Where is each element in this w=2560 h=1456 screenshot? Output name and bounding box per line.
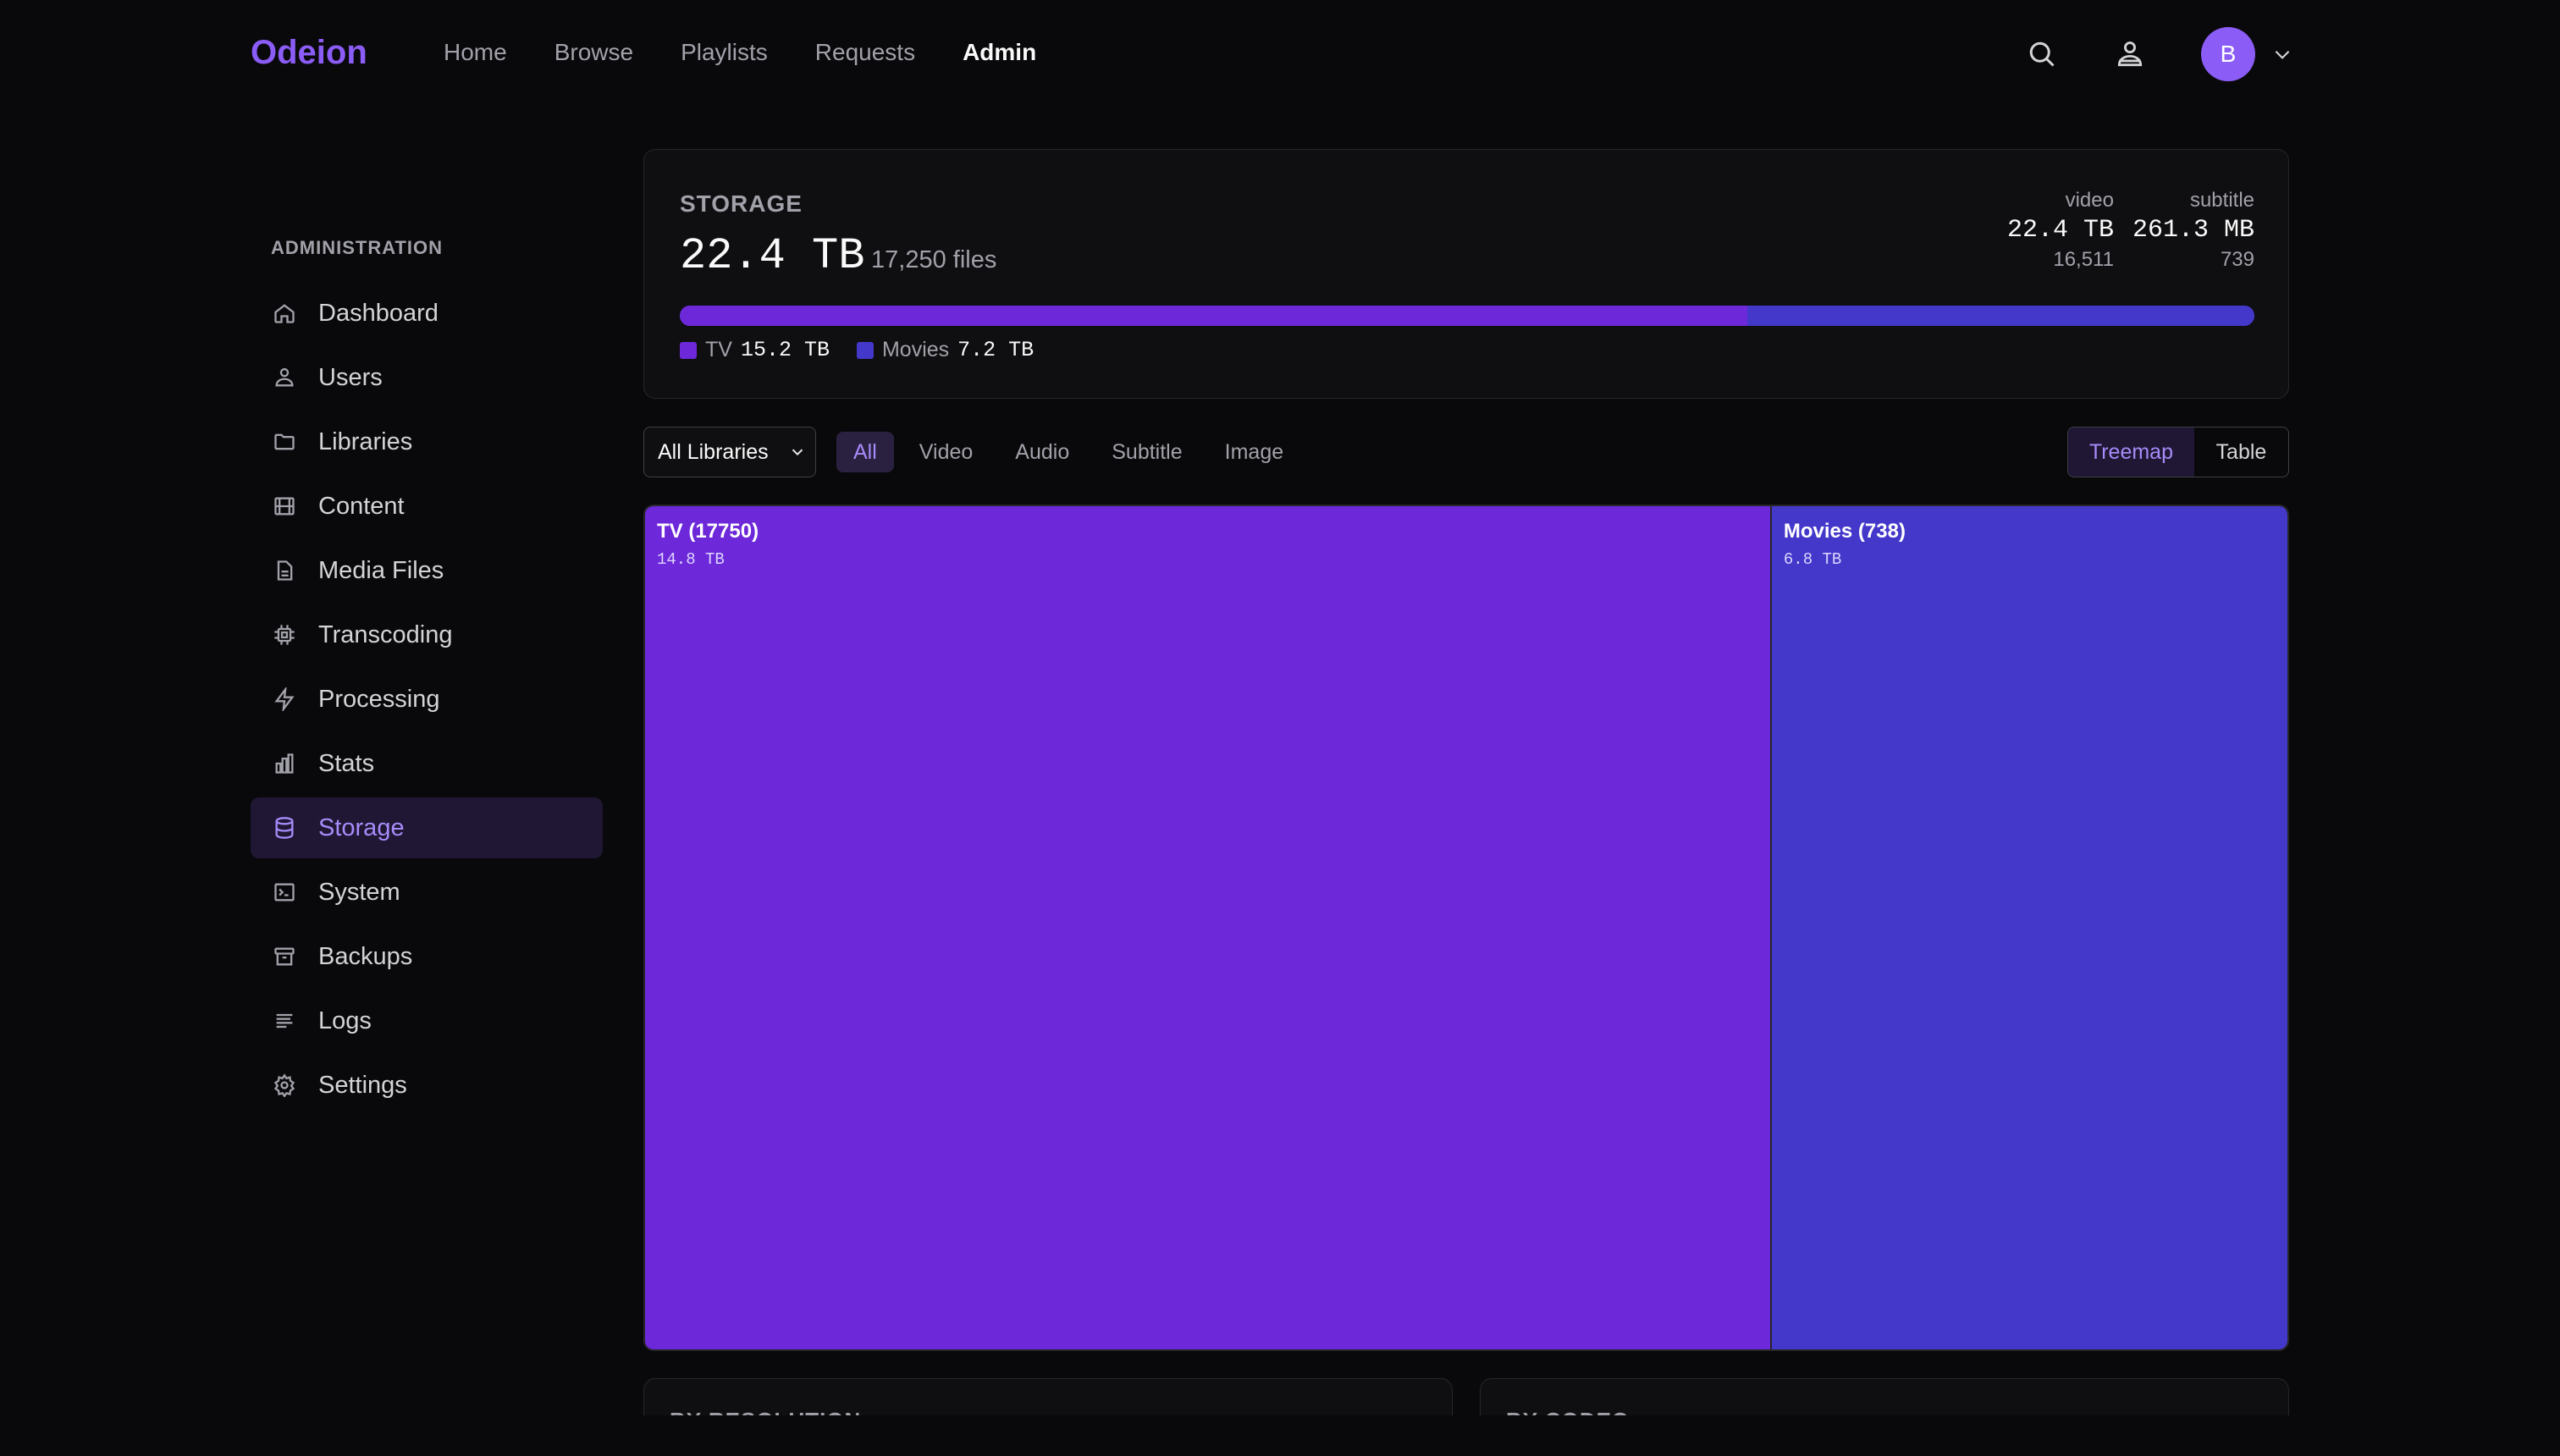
sidebar-item-label: Stats bbox=[318, 749, 375, 777]
legend-swatch bbox=[680, 341, 697, 359]
sidebar-heading: ADMINISTRATION bbox=[271, 237, 444, 258]
sidebar-item-label: Storage bbox=[318, 813, 405, 841]
tile-label: Movies (738) bbox=[1783, 520, 1906, 543]
library-select-value: All Libraries bbox=[658, 439, 769, 464]
nav-home[interactable]: Home bbox=[444, 39, 507, 66]
legend-item-movies: Movies 7.2 TB bbox=[856, 338, 1034, 362]
tile-label: TV (17750) bbox=[657, 520, 759, 543]
type-stats: video 22.4 TB 16,511 subtitle 261.3 MB 7… bbox=[2007, 189, 2254, 272]
sidebar-item-backups[interactable]: Backups bbox=[251, 926, 603, 987]
type-stat-subtitle: subtitle 261.3 MB 739 bbox=[2132, 189, 2254, 272]
legend-value: 7.2 TB bbox=[957, 338, 1034, 362]
file-count: 17,250 files bbox=[871, 246, 997, 273]
sidebar-item-storage[interactable]: Storage bbox=[251, 797, 603, 858]
home-icon bbox=[271, 300, 298, 327]
avatar[interactable]: B bbox=[2201, 27, 2255, 81]
sidebar-item-label: Processing bbox=[318, 685, 440, 713]
sidebar-item-logs[interactable]: Logs bbox=[251, 990, 603, 1051]
database-icon bbox=[271, 814, 298, 841]
sidebar-item-dashboard[interactable]: Dashboard bbox=[251, 283, 603, 344]
table-view-button[interactable]: Table bbox=[2194, 427, 2288, 477]
filter-chip-subtitle[interactable]: Subtitle bbox=[1095, 432, 1199, 472]
sidebar-item-system[interactable]: System bbox=[251, 862, 603, 923]
nav-playlists[interactable]: Playlists bbox=[681, 39, 768, 66]
legend-swatch bbox=[856, 341, 874, 359]
treemap-tile[interactable]: TV (17750) 14.8 TB bbox=[645, 506, 1770, 1349]
filter-chip-video[interactable]: Video bbox=[902, 432, 990, 472]
nav-browse[interactable]: Browse bbox=[554, 39, 633, 66]
filter-chip-audio[interactable]: Audio bbox=[998, 432, 1086, 472]
usage-legend: TV 15.2 TB Movies 7.2 TB bbox=[680, 338, 1034, 362]
sidebar-item-label: Dashboard bbox=[318, 299, 439, 327]
legend-item-tv: TV 15.2 TB bbox=[680, 338, 830, 362]
tile-size: 14.8 TB bbox=[657, 550, 725, 569]
admin-sidebar: ADMINISTRATION Dashboard Users Libraries… bbox=[251, 237, 603, 1119]
folder-icon bbox=[271, 428, 298, 455]
sidebar-item-label: Users bbox=[318, 363, 383, 391]
legend-value: 15.2 TB bbox=[740, 338, 830, 362]
storage-treemap: TV (17750) 14.8 TB Movies (738) 6.8 TB bbox=[643, 505, 2289, 1351]
view-toggle: Treemap Table bbox=[2067, 427, 2289, 477]
viewport-bottom bbox=[0, 1415, 2560, 1456]
filter-chip-all[interactable]: All bbox=[836, 432, 894, 472]
file-icon bbox=[271, 557, 298, 584]
sidebar-item-libraries[interactable]: Libraries bbox=[251, 411, 603, 472]
brand-logo[interactable]: Odeion bbox=[251, 34, 367, 72]
bar-chart-icon bbox=[271, 750, 298, 777]
sidebar-item-transcoding[interactable]: Transcoding bbox=[251, 604, 603, 665]
type-count: 16,511 bbox=[2053, 248, 2114, 271]
type-size: 261.3 MB bbox=[2132, 216, 2254, 245]
sidebar-item-label: Libraries bbox=[318, 427, 413, 455]
sidebar-item-label: Logs bbox=[318, 1007, 372, 1034]
type-name: subtitle bbox=[2189, 189, 2254, 212]
top-nav: Odeion Home Browse Playlists Requests Ad… bbox=[0, 0, 2560, 110]
type-size: 22.4 TB bbox=[2006, 216, 2114, 245]
usage-bar-segment bbox=[1747, 306, 2254, 326]
nav-links: Home Browse Playlists Requests Admin bbox=[444, 39, 1036, 66]
filter-chip-image[interactable]: Image bbox=[1208, 432, 1300, 472]
sidebar-item-processing[interactable]: Processing bbox=[251, 669, 603, 730]
sidebar-item-stats[interactable]: Stats bbox=[251, 733, 603, 794]
sidebar-item-label: Settings bbox=[318, 1071, 407, 1099]
search-icon[interactable] bbox=[2022, 34, 2062, 74]
type-filter-chips: All Video Audio Subtitle Image bbox=[836, 432, 1300, 472]
sidebar-item-label: Backups bbox=[318, 942, 413, 970]
legend-name: Movies bbox=[881, 338, 950, 361]
film-icon bbox=[271, 493, 298, 520]
sidebar-item-label: Transcoding bbox=[318, 620, 453, 648]
usage-bar-segment bbox=[680, 306, 1748, 326]
users-icon bbox=[271, 364, 298, 391]
terminal-icon bbox=[271, 879, 298, 906]
bolt-icon bbox=[271, 686, 298, 713]
sidebar-item-label: Content bbox=[318, 492, 405, 520]
gear-icon bbox=[271, 1072, 298, 1099]
archive-icon bbox=[271, 943, 298, 970]
sidebar-item-users[interactable]: Users bbox=[251, 347, 603, 408]
sidebar-item-content[interactable]: Content bbox=[251, 476, 603, 537]
storage-summary-card: STORAGE 22.4 TB 17,250 files video 22.4 … bbox=[643, 149, 2289, 399]
nav-admin[interactable]: Admin bbox=[963, 39, 1036, 66]
legend-name: TV bbox=[705, 338, 732, 361]
cpu-icon bbox=[271, 621, 298, 648]
total-size: 22.4 TB bbox=[680, 231, 865, 281]
tile-size: 6.8 TB bbox=[1783, 550, 1842, 569]
user-switch-icon[interactable] bbox=[2110, 34, 2150, 74]
treemap-tile[interactable]: Movies (738) 6.8 TB bbox=[1769, 506, 2287, 1349]
sidebar-item-label: Media Files bbox=[318, 556, 444, 584]
nav-requests[interactable]: Requests bbox=[815, 39, 915, 66]
library-select[interactable]: All Libraries bbox=[643, 427, 816, 477]
treemap-view-button[interactable]: Treemap bbox=[2068, 427, 2194, 477]
usage-bar bbox=[680, 306, 2254, 326]
lines-icon bbox=[271, 1007, 298, 1034]
sidebar-item-settings[interactable]: Settings bbox=[251, 1055, 603, 1116]
type-stat-video: video 22.4 TB 16,511 bbox=[2007, 189, 2114, 272]
type-count: 739 bbox=[2220, 248, 2254, 271]
card-title: STORAGE bbox=[680, 190, 803, 217]
sidebar-item-media-files[interactable]: Media Files bbox=[251, 540, 603, 601]
type-name: video bbox=[2065, 189, 2114, 212]
chevron-down-icon[interactable] bbox=[2269, 41, 2296, 68]
chevron-down-icon bbox=[788, 443, 807, 467]
sidebar-item-label: System bbox=[318, 878, 400, 906]
